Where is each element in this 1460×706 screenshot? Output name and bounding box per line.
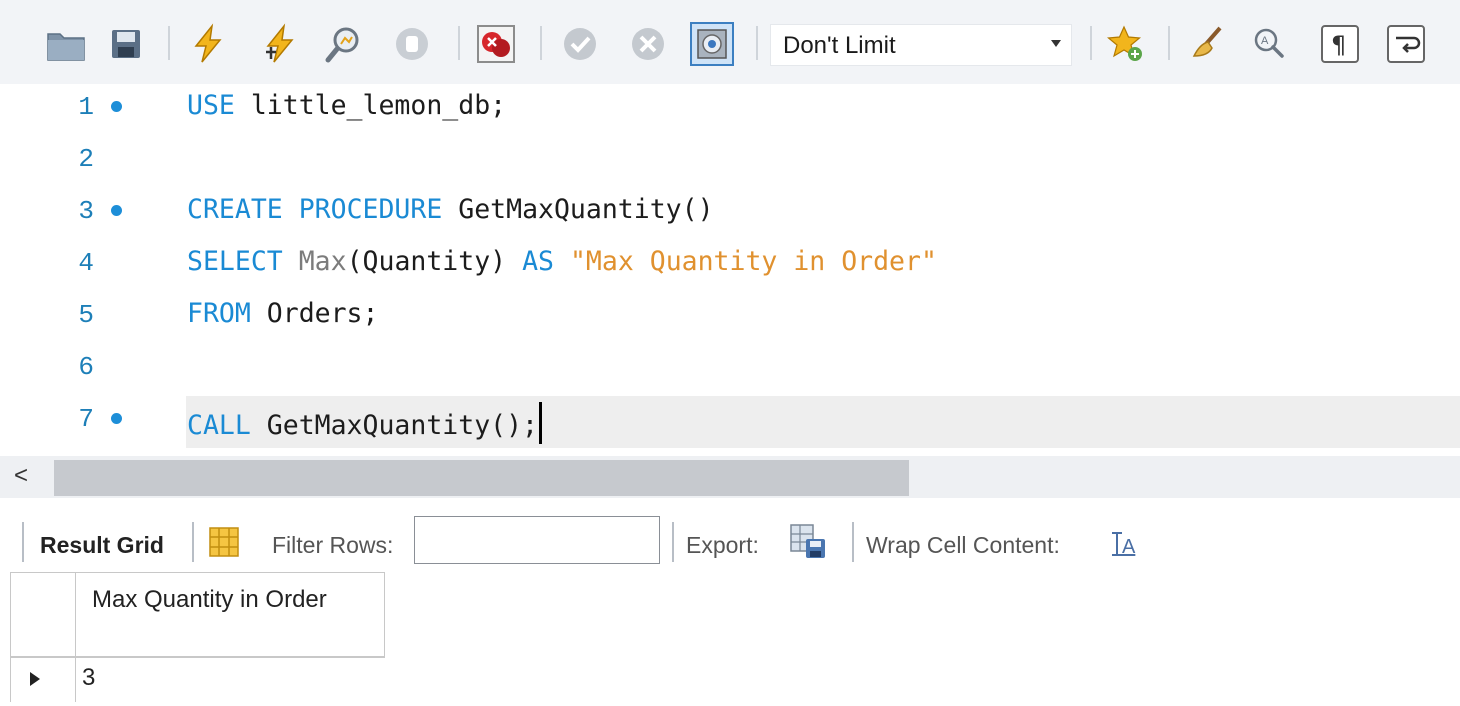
scroll-left-icon[interactable]: < (14, 462, 28, 490)
toolbar-separator (756, 26, 758, 60)
line-number: 5 (78, 300, 94, 330)
code-token: FROM (187, 298, 251, 329)
code-token: PROCEDURE (298, 194, 443, 225)
filter-rows-label: Filter Rows: (272, 532, 394, 558)
sql-editor-toolbar: Don't Limit A ¶ (0, 0, 1460, 85)
code-token: CALL (187, 410, 251, 441)
editor-line-current: 7 CALL GetMaxQuantity(); (0, 396, 1460, 452)
rollback-icon[interactable] (626, 22, 670, 66)
editor-line: 2 (0, 142, 1460, 192)
grid-border (10, 572, 11, 702)
wrap-cell-content-label: Wrap Cell Content: (866, 532, 1060, 558)
code-token: little_lemon_db; (234, 90, 507, 121)
toolbar-separator (458, 26, 460, 60)
toggle-error-icon[interactable] (474, 22, 518, 66)
toolbar-separator (1168, 26, 1170, 60)
toolbar-separator (168, 26, 170, 60)
editor-line: 1 USE little_lemon_db; (0, 90, 1460, 140)
wrap-cell-content-icon[interactable]: A (1108, 530, 1140, 563)
toolbar-separator (192, 522, 194, 562)
autocommit-icon[interactable] (690, 22, 734, 66)
editor-line: 4 SELECT Max(Quantity) AS "Max Quantity … (0, 246, 1460, 296)
statement-marker-icon (111, 101, 122, 112)
code-token: CREATE (187, 194, 283, 225)
code-token: AS (522, 246, 554, 277)
code-token: GetMaxQuantity() (442, 194, 714, 225)
code-token: Orders; (250, 298, 379, 329)
scrollbar-thumb[interactable] (54, 460, 909, 496)
text-cursor (539, 402, 543, 444)
line-number: 1 (78, 92, 94, 122)
line-number: 3 (78, 196, 94, 226)
sql-editor[interactable]: 1 USE little_lemon_db; 2 3 CREATE PROCED… (0, 84, 1460, 456)
grid-border (384, 572, 385, 658)
export-label: Export: (686, 532, 759, 558)
statement-marker-icon (111, 413, 122, 424)
code-text[interactable]: SELECT Max(Quantity) AS "Max Quantity in… (187, 246, 937, 277)
open-folder-icon[interactable] (44, 22, 88, 66)
line-number: 7 (78, 404, 94, 434)
code-token: (Quantity) (346, 246, 523, 277)
svg-text:¶: ¶ (1331, 31, 1346, 59)
code-text[interactable]: FROM Orders; (187, 298, 378, 329)
code-text[interactable]: CREATE PROCEDURE GetMaxQuantity() (187, 194, 714, 225)
limit-rows-select[interactable]: Don't Limit (770, 24, 1072, 66)
result-toolbar: Result Grid Filter Rows: Export: Wrap Ce… (0, 512, 1460, 572)
statement-marker-icon (111, 205, 122, 216)
execute-icon[interactable] (186, 22, 230, 66)
code-token: GetMaxQuantity(); (250, 410, 539, 441)
line-number: 4 (78, 248, 94, 278)
commit-icon[interactable] (558, 22, 602, 66)
invisible-chars-icon[interactable]: ¶ (1318, 22, 1362, 66)
code-text[interactable]: CALL GetMaxQuantity(); (187, 402, 543, 444)
toolbar-separator (1090, 26, 1092, 60)
result-grid-tab[interactable]: Result Grid (40, 532, 164, 559)
column-header-max-quantity[interactable]: Max Quantity in Order (92, 584, 352, 616)
code-token: USE (187, 90, 235, 121)
chevron-down-icon (1051, 40, 1061, 47)
filter-rows-input[interactable] (414, 516, 660, 564)
grid-layout-icon[interactable] (208, 526, 240, 563)
toolbar-separator (540, 26, 542, 60)
grid-border (10, 656, 385, 658)
editor-line: 6 (0, 350, 1460, 400)
code-token: Max (298, 246, 347, 277)
find-icon[interactable]: A (1246, 22, 1290, 66)
editor-line: 3 CREATE PROCEDURE GetMaxQuantity() (0, 194, 1460, 244)
beautify-icon[interactable] (1186, 22, 1230, 66)
editor-line: 5 FROM Orders; (0, 298, 1460, 348)
word-wrap-icon[interactable] (1384, 22, 1428, 66)
code-token: SELECT (187, 246, 283, 277)
stop-icon[interactable] (390, 22, 434, 66)
line-number: 2 (78, 144, 94, 174)
code-text[interactable]: USE little_lemon_db; (187, 90, 506, 121)
grid-border (10, 572, 385, 573)
grid-border (75, 572, 76, 702)
limit-rows-value: Don't Limit (783, 32, 896, 59)
explain-icon[interactable] (322, 22, 366, 66)
current-row-indicator-icon (30, 672, 40, 686)
editor-horizontal-scrollbar[interactable]: < (0, 456, 1460, 498)
add-snippet-icon[interactable] (1104, 22, 1148, 66)
code-token: "Max Quantity in Order" (569, 246, 937, 277)
toolbar-separator (22, 522, 24, 562)
result-grid: Max Quantity in Order 3 (0, 572, 1460, 706)
export-icon[interactable] (788, 522, 828, 567)
line-number: 6 (78, 352, 94, 382)
table-cell[interactable]: 3 (82, 664, 95, 692)
svg-text:A: A (1261, 35, 1269, 47)
svg-text:A: A (1122, 536, 1136, 558)
toolbar-separator (672, 522, 674, 562)
execute-current-icon[interactable] (258, 22, 302, 66)
toolbar-separator (852, 522, 854, 562)
save-icon[interactable] (104, 22, 148, 66)
